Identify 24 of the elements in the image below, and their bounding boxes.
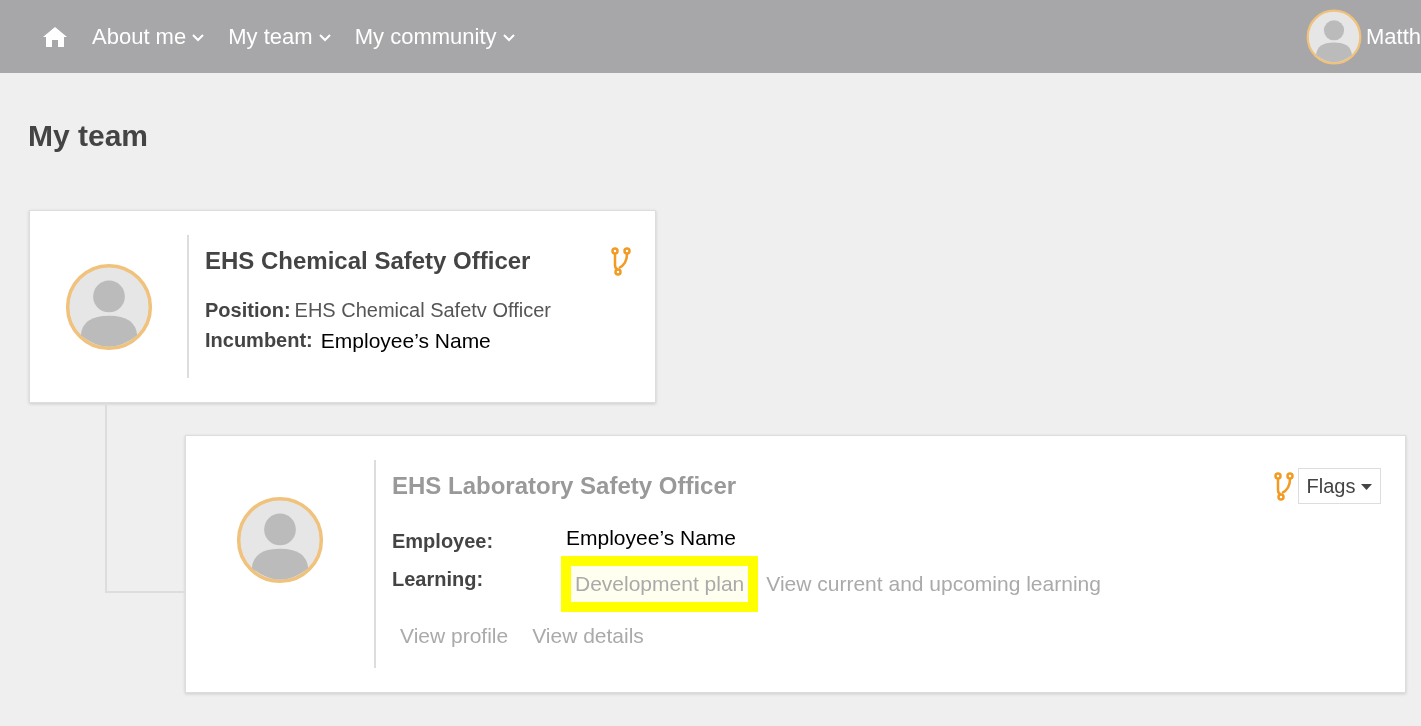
learning-link[interactable]: View current and upcoming learning: [766, 556, 1101, 612]
user-avatar: [1305, 8, 1362, 65]
position-title: EHS Chemical Safety Officer: [205, 246, 531, 276]
field-label: Employee:: [392, 529, 495, 554]
flags-button[interactable]: Flags: [1297, 468, 1381, 504]
field-label: Incumbent:: [205, 328, 313, 353]
branch-icon[interactable]: [611, 246, 631, 276]
learning-link[interactable]: Development plan: [561, 556, 759, 612]
nav-menu-link[interactable]: About me: [92, 20, 205, 53]
field-value: EHS Chemical Safetv Officer: [294, 298, 551, 323]
field-value: Employee’s Name: [566, 525, 737, 552]
user-name[interactable]: Matth: [1365, 20, 1421, 53]
card-link[interactable]: View details: [532, 619, 644, 651]
field-label: Learning:: [392, 567, 485, 592]
field-label: Position:: [205, 298, 291, 323]
field-value: Employee’s Name: [320, 328, 491, 354]
nav-menu-link[interactable]: My team: [228, 20, 331, 53]
card-link[interactable]: View profile: [400, 619, 509, 651]
nav-menu-link[interactable]: My community: [354, 20, 515, 53]
caret-icon: [1361, 484, 1372, 492]
position-title: EHS Laboratory Safety Officer: [392, 471, 737, 501]
branch-icon[interactable]: [1273, 471, 1294, 501]
page-title: My team: [28, 118, 150, 154]
home-icon[interactable]: [42, 25, 68, 48]
